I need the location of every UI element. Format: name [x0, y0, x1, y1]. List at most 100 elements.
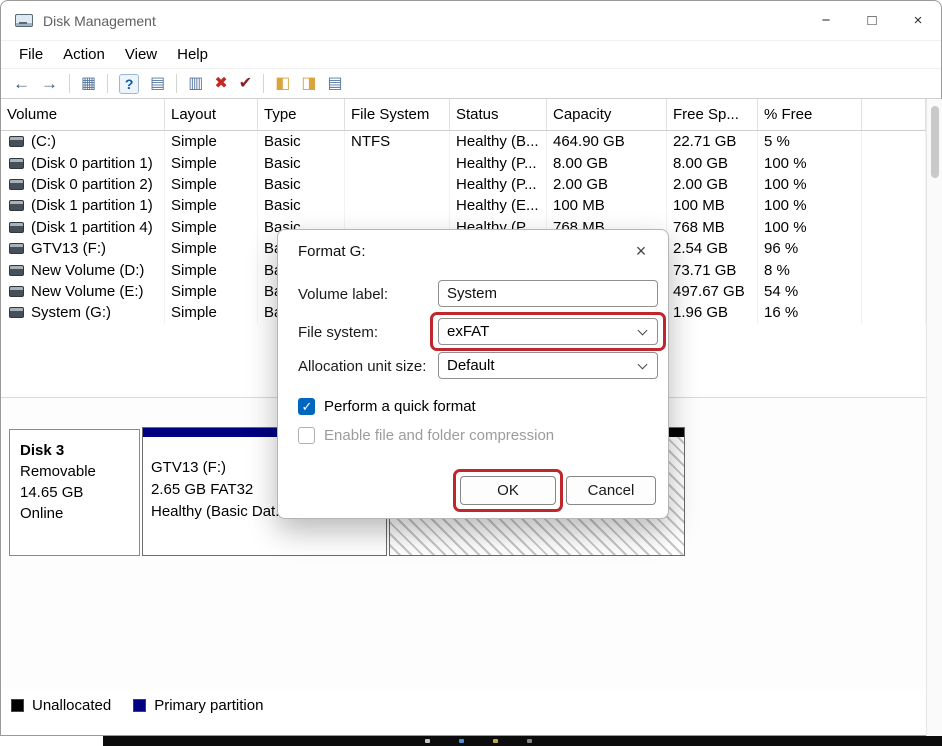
volume-cell-name: New Volume (D:) — [31, 262, 144, 279]
volume-cell-name: (C:) — [31, 133, 56, 150]
volume-cell-name: GTV13 (F:) — [31, 240, 106, 257]
columns-icon[interactable]: ▤ — [327, 76, 342, 92]
export-list-icon[interactable]: ▤ — [150, 76, 165, 92]
volume-label-input[interactable] — [438, 280, 658, 307]
volume-cell-layout: Simple — [165, 302, 258, 323]
legend-label: Unallocated — [32, 697, 111, 714]
delete-volume-icon[interactable]: ✖ — [214, 76, 227, 92]
volume-cell-free: 497.67 GB — [667, 281, 758, 302]
quick-format-checkbox[interactable] — [298, 398, 315, 415]
toolbar-separator — [69, 74, 70, 93]
dialog-close-icon[interactable]: × — [626, 238, 656, 264]
mark-active-icon[interactable]: ✔ — [239, 76, 252, 92]
volume-cell-free: 22.71 GB — [667, 131, 758, 152]
toolbar-separator — [107, 74, 108, 93]
disk-status: Online — [20, 503, 139, 524]
drive-icon — [9, 158, 24, 169]
header-file-system[interactable]: File System — [345, 99, 450, 130]
close-button[interactable]: × — [895, 1, 941, 40]
menu-view[interactable]: View — [115, 43, 167, 66]
volume-row[interactable]: (C:) Simple Basic NTFS Healthy (B... 464… — [1, 131, 926, 152]
back-icon[interactable]: ← — [13, 75, 30, 92]
cancel-button[interactable]: Cancel — [566, 476, 656, 505]
allocation-unit-label: Allocation unit size: — [298, 358, 426, 375]
scrollbar-thumb[interactable] — [931, 106, 939, 178]
volume-cell-free: 2.54 GB — [667, 238, 758, 259]
console-tree-icon[interactable]: ▦ — [81, 76, 96, 92]
compression-option[interactable]: Enable file and folder compression — [298, 427, 554, 444]
volume-cell-status: Healthy (P... — [450, 152, 547, 173]
open-explorer-icon[interactable]: ◨ — [301, 76, 316, 92]
volume-cell-layout: Simple — [165, 174, 258, 195]
help-icon[interactable]: ? — [119, 74, 139, 94]
chevron-down-icon — [638, 326, 648, 336]
volume-cell-filler — [862, 238, 926, 259]
volume-cell-filler — [862, 217, 926, 238]
file-system-select[interactable]: exFAT — [438, 318, 658, 345]
toolbar-separator — [176, 74, 177, 93]
vertical-scrollbar[interactable] — [926, 99, 942, 736]
volume-cell-name: (Disk 0 partition 1) — [31, 155, 153, 172]
maximize-button[interactable]: □ — [849, 1, 895, 40]
volume-cell-fs: NTFS — [345, 131, 450, 152]
header-volume[interactable]: Volume — [1, 99, 165, 130]
menu-help[interactable]: Help — [167, 43, 218, 66]
volume-row[interactable]: (Disk 0 partition 2) Simple Basic Health… — [1, 174, 926, 195]
volume-cell-free: 1.96 GB — [667, 302, 758, 323]
volume-cell-free: 2.00 GB — [667, 174, 758, 195]
header-free-space[interactable]: Free Sp... — [667, 99, 758, 130]
legend-item-unallocated: Unallocated — [11, 697, 111, 714]
header-type[interactable]: Type — [258, 99, 345, 130]
volume-cell-pct: 100 % — [758, 174, 862, 195]
volume-list-header: Volume Layout Type File System Status Ca… — [1, 99, 926, 131]
disk-name: Disk 3 — [20, 440, 139, 461]
volume-cell-layout: Simple — [165, 259, 258, 280]
allocation-unit-select[interactable]: Default — [438, 352, 658, 379]
quick-format-option[interactable]: Perform a quick format — [298, 398, 476, 415]
menubar: File Action View Help — [1, 41, 941, 69]
properties-icon[interactable]: ▥ — [188, 76, 203, 92]
header-pct-free[interactable]: % Free — [758, 99, 862, 130]
drive-icon — [9, 136, 24, 147]
volume-cell-pct: 54 % — [758, 281, 862, 302]
volume-cell-filler — [862, 131, 926, 152]
drive-icon — [9, 179, 24, 190]
taskbar-icon-peek — [493, 739, 498, 743]
disk-type: Removable — [20, 461, 139, 482]
drive-icon — [9, 243, 24, 254]
volume-cell-fs — [345, 174, 450, 195]
format-dialog: Format G: × Volume label: File system: e… — [277, 229, 669, 519]
volume-cell-pct: 5 % — [758, 131, 862, 152]
allocation-unit-value: Default — [447, 357, 495, 374]
legend-label: Primary partition — [154, 697, 263, 714]
volume-cell-name: System (G:) — [31, 304, 111, 321]
forward-icon[interactable]: → — [41, 75, 58, 92]
volume-cell-free: 73.71 GB — [667, 259, 758, 280]
volume-cell-layout: Simple — [165, 131, 258, 152]
chevron-down-icon — [638, 360, 648, 370]
change-letter-icon[interactable]: ◧ — [275, 76, 290, 92]
menu-action[interactable]: Action — [53, 43, 115, 66]
file-system-label: File system: — [298, 324, 378, 341]
minimize-button[interactable]: − — [803, 1, 849, 40]
header-capacity[interactable]: Capacity — [547, 99, 667, 130]
volume-row[interactable]: (Disk 1 partition 1) Simple Basic Health… — [1, 195, 926, 216]
compression-checkbox[interactable] — [298, 427, 315, 444]
file-system-value: exFAT — [447, 323, 489, 340]
titlebar: Disk Management − □ × — [1, 1, 941, 41]
disk3-label-panel[interactable]: Disk 3 Removable 14.65 GB Online — [9, 429, 140, 556]
menu-file[interactable]: File — [9, 43, 53, 66]
volume-cell-fs — [345, 152, 450, 173]
window-title: Disk Management — [43, 13, 156, 29]
drive-icon — [9, 265, 24, 276]
header-layout[interactable]: Layout — [165, 99, 258, 130]
volume-cell-pct: 96 % — [758, 238, 862, 259]
quick-format-label: Perform a quick format — [324, 398, 476, 415]
header-status[interactable]: Status — [450, 99, 547, 130]
ok-button[interactable]: OK — [460, 476, 556, 505]
volume-row[interactable]: (Disk 0 partition 1) Simple Basic Health… — [1, 152, 926, 173]
volume-cell-capacity: 8.00 GB — [547, 152, 667, 173]
taskbar-icon-peek — [425, 739, 430, 743]
volume-cell-free: 100 MB — [667, 195, 758, 216]
volume-cell-filler — [862, 259, 926, 280]
